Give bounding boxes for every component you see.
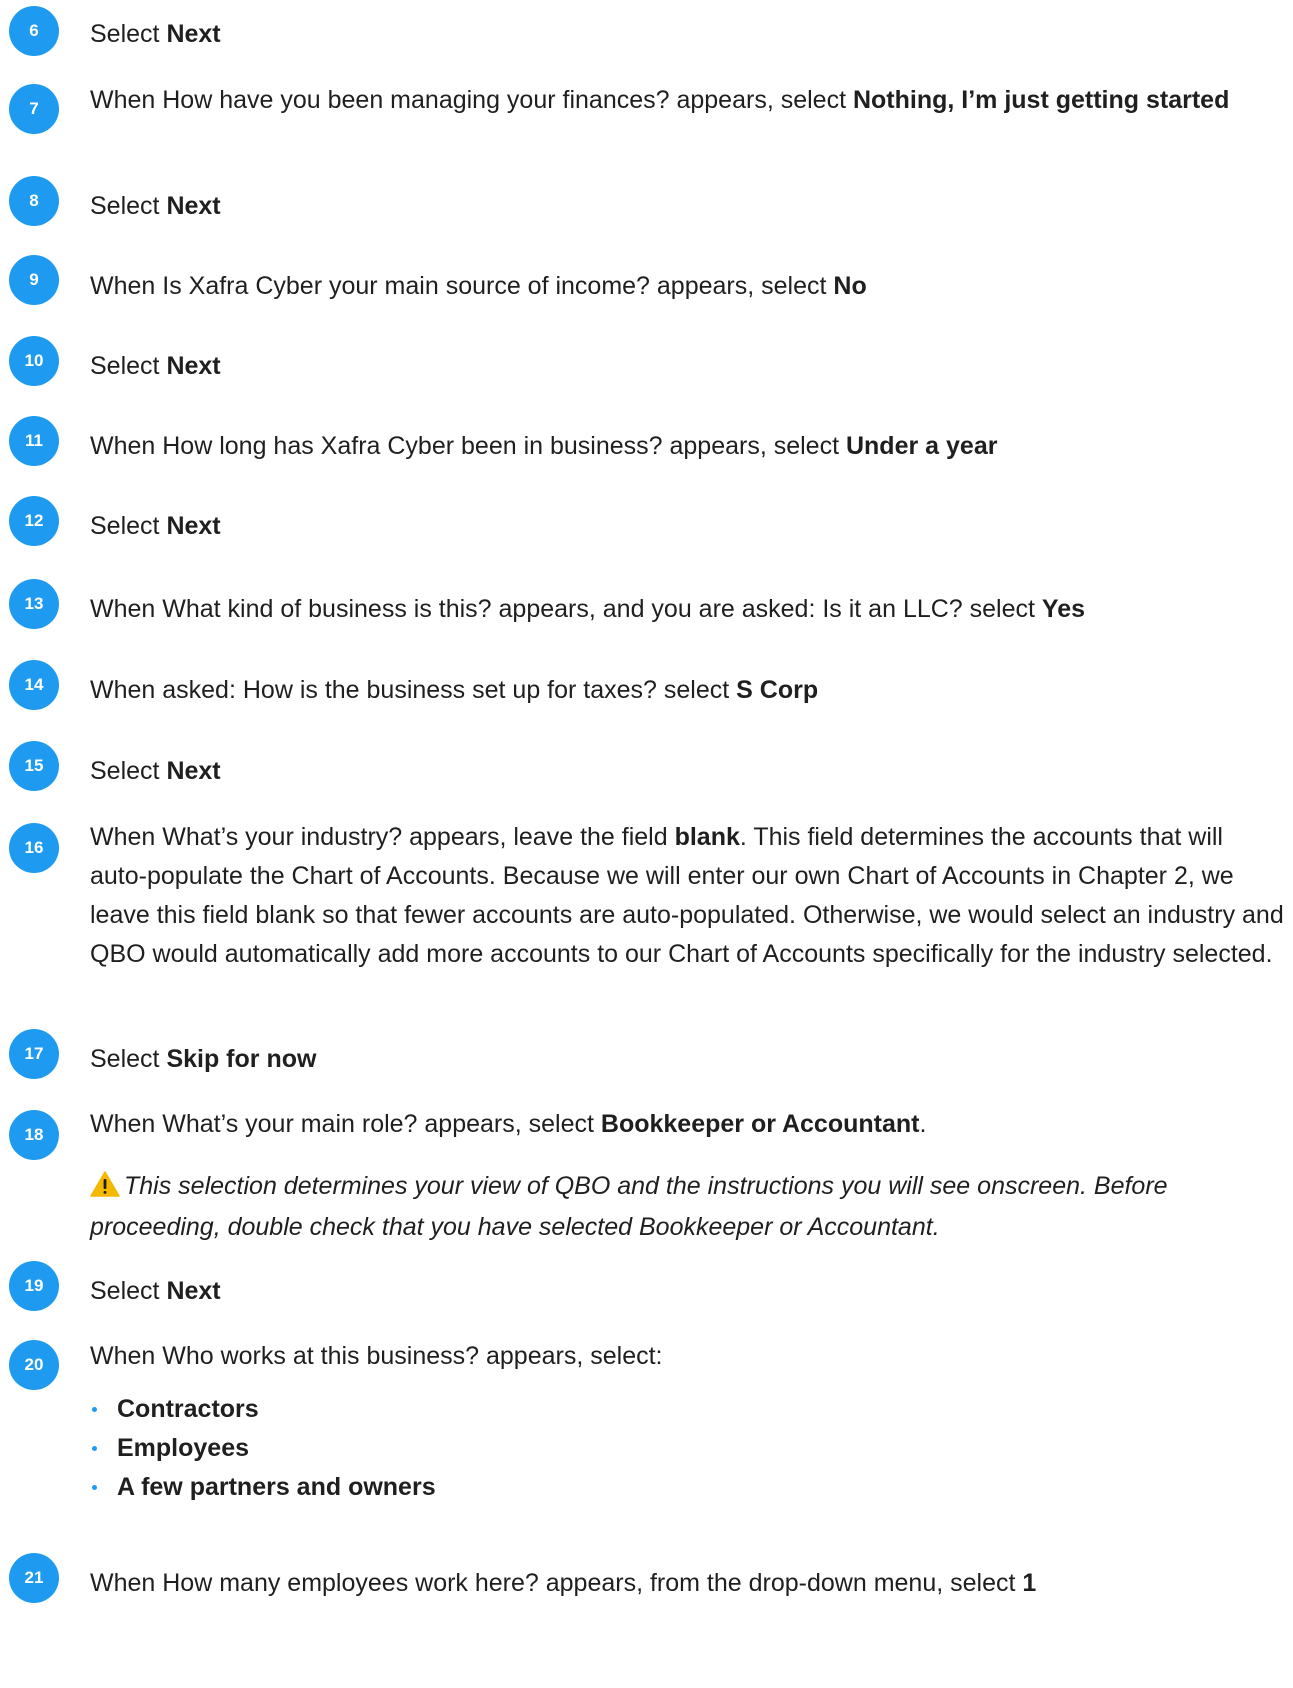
warning-note: This selection determines your view of Q… bbox=[90, 1167, 1285, 1246]
step-number-badge: 14 bbox=[9, 660, 59, 710]
step-number-badge: 16 bbox=[9, 823, 59, 873]
step-text: Select Next bbox=[90, 512, 221, 540]
step-text: When How many employees work here? appea… bbox=[90, 1569, 1037, 1597]
step-text: Select Next bbox=[90, 20, 221, 48]
step-number-badge: 13 bbox=[9, 579, 59, 629]
warning-icon bbox=[90, 1170, 120, 1208]
bullet-dot bbox=[92, 1407, 97, 1412]
step-text: Select Next bbox=[90, 757, 221, 785]
step-text: When How have you been managing your fin… bbox=[90, 86, 1230, 114]
list-item: Employees bbox=[90, 1429, 436, 1468]
warning-note-text: This selection determines your view of Q… bbox=[90, 1172, 1168, 1241]
step-number-badge: 15 bbox=[9, 741, 59, 791]
list-item: Contractors bbox=[90, 1390, 436, 1429]
step-number-badge: 17 bbox=[9, 1029, 59, 1079]
list-item: A few partners and owners bbox=[90, 1468, 436, 1507]
step-text: When What kind of business is this? appe… bbox=[90, 595, 1086, 623]
step-text: When How long has Xafra Cyber been in bu… bbox=[90, 432, 998, 460]
bullet-list: Contractors Employees A few partners and… bbox=[90, 1390, 436, 1507]
step-text: When asked: How is the business set up f… bbox=[90, 676, 819, 704]
bullet-dot bbox=[92, 1485, 97, 1490]
step-text: When What’s your main role? appears, sel… bbox=[90, 1110, 927, 1138]
step-number-badge: 18 bbox=[9, 1110, 59, 1160]
step-number-badge: 7 bbox=[9, 84, 59, 134]
step-number-badge: 6 bbox=[9, 6, 59, 56]
step-text: When Who works at this business? appears… bbox=[90, 1342, 663, 1370]
step-text: Select Skip for now bbox=[90, 1045, 317, 1073]
step-number-badge: 10 bbox=[9, 336, 59, 386]
step-text: Select Next bbox=[90, 192, 221, 220]
bullet-dot bbox=[92, 1446, 97, 1451]
step-number-badge: 19 bbox=[9, 1261, 59, 1311]
step-text: Select Next bbox=[90, 352, 221, 380]
step-number-badge: 11 bbox=[9, 416, 59, 466]
step-number-badge: 20 bbox=[9, 1340, 59, 1390]
step-number-badge: 21 bbox=[9, 1553, 59, 1603]
step-number-badge: 8 bbox=[9, 176, 59, 226]
step-number-badge: 9 bbox=[9, 255, 59, 305]
step-text: Select Next bbox=[90, 1277, 221, 1305]
step-number-badge: 12 bbox=[9, 496, 59, 546]
step-text: When What’s your industry? appears, leav… bbox=[90, 823, 1284, 968]
step-text: When Is Xafra Cyber your main source of … bbox=[90, 272, 867, 300]
